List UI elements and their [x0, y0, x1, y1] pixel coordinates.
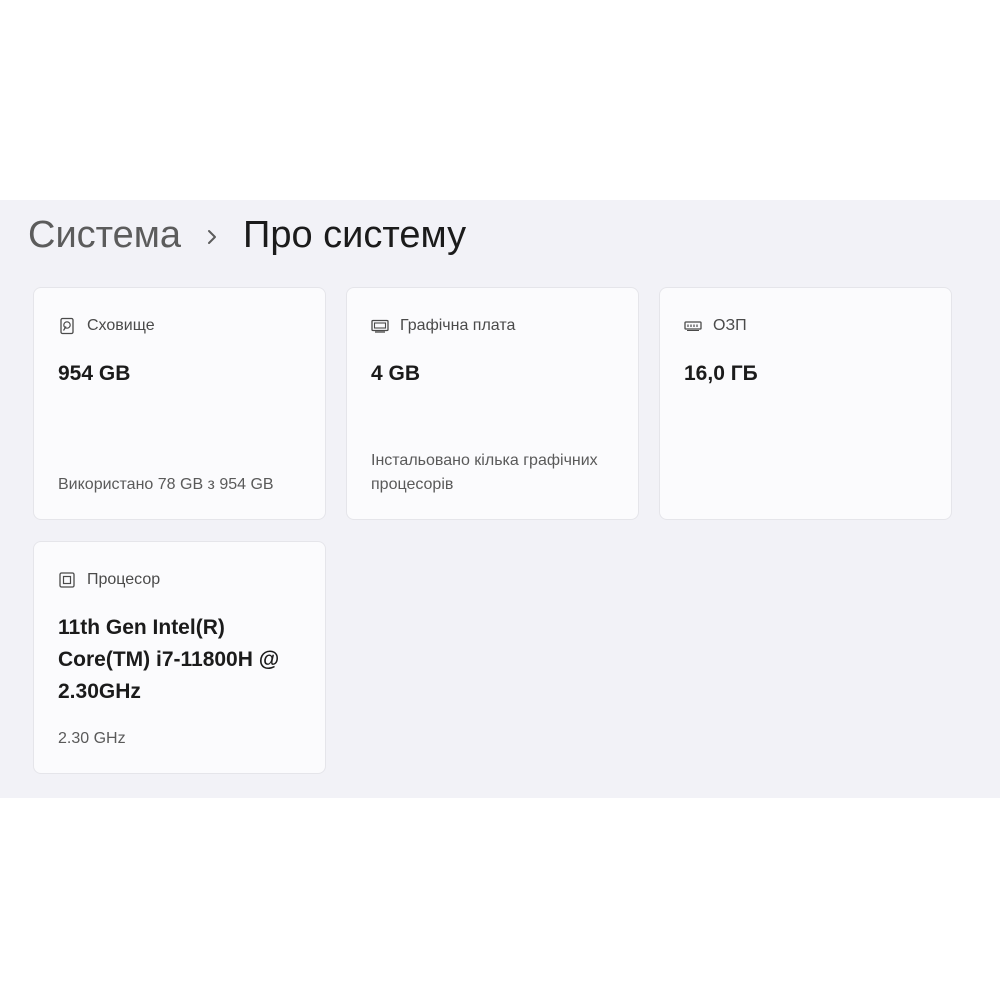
- processor-card-header: Процесор: [58, 570, 160, 590]
- chevron-right-icon: [181, 208, 243, 262]
- memory-icon: [684, 317, 702, 335]
- ram-value: 16,0 ГБ: [684, 362, 758, 385]
- graphics-card-title: Графічна плата: [400, 317, 516, 334]
- processor-value: 11th Gen Intel(R) Core(TM) i7-11800H @ 2…: [58, 616, 280, 703]
- processor-card-title: Процесор: [87, 571, 161, 588]
- graphics-card[interactable]: Графічна плата 4 GB Інстальовано кілька …: [346, 287, 639, 520]
- page-title: Про систему: [243, 214, 467, 256]
- ram-card-header: ОЗП: [684, 316, 747, 336]
- ram-card[interactable]: ОЗП 16,0 ГБ: [659, 287, 952, 520]
- storage-usage-text: Використано 78 GB з 954 GB: [58, 476, 274, 493]
- graphics-value: 4 GB: [371, 362, 421, 385]
- ram-card-title: ОЗП: [713, 317, 747, 334]
- breadcrumb: Система Про систему: [28, 208, 466, 262]
- display-adapter-icon: [371, 317, 389, 335]
- storage-value: 954 GB: [58, 362, 131, 385]
- processor-speed-text: 2.30 GHz: [58, 730, 126, 747]
- storage-card-title: Сховище: [87, 317, 155, 334]
- processor-card[interactable]: Процесор 11th Gen Intel(R) Core(TM) i7-1…: [33, 541, 326, 774]
- processor-icon: [58, 571, 76, 589]
- settings-panel: Система Про систему Сховище 954 GB Викор…: [0, 200, 1000, 798]
- storage-icon: [58, 317, 76, 335]
- breadcrumb-system-link[interactable]: Система: [28, 208, 181, 262]
- graphics-info-text: Інстальовано кілька графічних процесорів: [371, 452, 598, 493]
- storage-card[interactable]: Сховище 954 GB Використано 78 GB з 954 G…: [33, 287, 326, 520]
- storage-card-header: Сховище: [58, 316, 155, 336]
- graphics-card-header: Графічна плата: [371, 316, 515, 336]
